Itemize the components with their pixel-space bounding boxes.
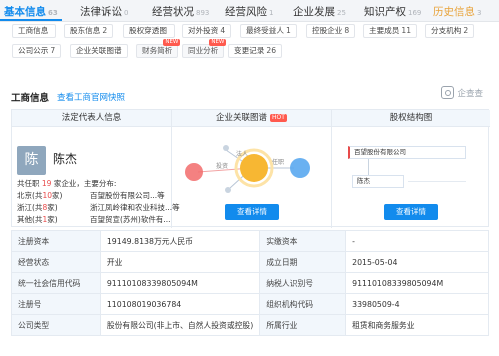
field-label: 注册资本 xyxy=(11,230,101,252)
table-row: 公司类型 股份有限公司(非上市、自然人投资或控股) 所属行业 租赁和商务服务业 xyxy=(11,314,489,336)
equity-connector xyxy=(368,159,369,175)
field-value: 开业 xyxy=(99,251,261,273)
subtab-peer-analysis[interactable]: 同业分析 NEW xyxy=(182,39,227,58)
equity-person-node: 陈杰 xyxy=(352,175,404,188)
equity-details-button[interactable]: 查看详情 xyxy=(384,204,438,220)
relation-graph-header: 企业关联图谱 HOT xyxy=(172,110,331,127)
region-row: 其他(共1家) 百望贸宣(苏州)软件有... xyxy=(17,214,172,225)
tab-legal[interactable]: 法律诉讼 0 xyxy=(80,4,128,19)
official-snapshot-link[interactable]: 查看工商官网快照 xyxy=(57,91,125,103)
field-value: 911101083398050​94M xyxy=(345,272,489,294)
field-value: 租赁和商务服务业 xyxy=(345,314,489,336)
field-label: 所属行业 xyxy=(259,314,347,336)
graph-node-person xyxy=(185,163,203,181)
equity-structure-header: 股权结构图 xyxy=(332,110,490,127)
graph-node-company xyxy=(240,154,268,182)
subtab-key-members[interactable]: 主要成员 11 xyxy=(363,24,418,38)
region-company-link[interactable]: 百望股份有限公司...等 xyxy=(90,190,180,201)
table-row: 注册号 110108019036784 组织机构代码 33980509-4 xyxy=(11,293,489,315)
equity-line xyxy=(408,181,466,182)
field-value: - xyxy=(345,230,489,252)
table-row: 统一社会信用代码 911101083398050​94M 纳税人识别号 9111… xyxy=(11,272,489,294)
subtab-branches[interactable]: 分支机构 2 xyxy=(425,24,475,38)
new-badge: NEW xyxy=(163,39,181,46)
subtab-change-records[interactable]: 变更记录 26 xyxy=(228,44,283,58)
tab-history[interactable]: 历史信息 3 xyxy=(433,4,481,19)
equity-structure-thumbnail: 百望股份有限公司 陈杰 xyxy=(348,146,468,190)
tab-operations[interactable]: 经营状况 893 xyxy=(152,4,209,19)
subtab-financial-analysis[interactable]: 财务简析 NEW xyxy=(136,39,181,58)
legal-rep-name[interactable]: 陈杰 xyxy=(53,150,77,167)
overview-cards: 法定代表人信息 企业关联图谱 HOT 股权结构图 陈 陈杰 共任职 19 家企业，… xyxy=(11,109,490,228)
equity-company-node: 百望股份有限公司 xyxy=(348,146,466,159)
field-label: 组织机构代码 xyxy=(259,293,347,315)
graph-edge-label: 任职 xyxy=(272,158,284,166)
tab-ip[interactable]: 知识产权 169 xyxy=(364,4,421,19)
graph-details-button[interactable]: 查看详情 xyxy=(225,204,279,220)
field-value: 110108019036784 xyxy=(99,293,261,315)
field-label: 成立日期 xyxy=(259,251,347,273)
legal-rep-header: 法定代表人信息 xyxy=(12,110,171,127)
region-company-link[interactable]: 浙江凤岭律和农业科技...等 xyxy=(90,202,180,213)
field-value: 2015-05-04 xyxy=(345,251,489,273)
main-tab-bar: 基本信息 63 法律诉讼 0 经营状况 893 经营风险 1 企业发展 25 知识产权 16… xyxy=(0,0,499,22)
subtab-company-disclosure[interactable]: 公司公示 7 xyxy=(12,44,62,58)
section-title: 工商信息 xyxy=(11,93,50,104)
field-label: 纳税人识别号 xyxy=(259,272,347,294)
region-row: 北京(共10家) 百望股份有限公司...等 xyxy=(17,190,172,201)
qichacha-logo: 企查查 xyxy=(441,86,483,99)
subtab-equity-penetration[interactable]: 股权穿透图 xyxy=(123,24,175,38)
active-tab-indicator xyxy=(0,19,62,21)
relation-graph-thumbnail: 投资 法人 任职 xyxy=(185,145,310,193)
tab-basic-info[interactable]: 基本信息 63 xyxy=(4,4,58,19)
tab-risk[interactable]: 经营风险 1 xyxy=(225,4,273,19)
field-value: 19149.8138万元人民币 xyxy=(99,230,261,252)
field-label: 经营状态 xyxy=(11,251,101,273)
new-badge: NEW xyxy=(209,39,227,46)
qichacha-logo-icon xyxy=(441,86,455,99)
field-value: 911101083398050​94M xyxy=(99,272,261,294)
field-label: 实缴资本 xyxy=(259,230,347,252)
graph-node-blue xyxy=(290,158,310,178)
subtab-business-info[interactable]: 工商信息 xyxy=(12,24,57,38)
avatar: 陈 xyxy=(17,146,46,175)
subtab-controlled-companies[interactable]: 控股企业 8 xyxy=(306,24,356,38)
graph-node-small xyxy=(225,187,231,193)
card-divider xyxy=(331,110,332,228)
legal-rep-summary: 共任职 19 家企业，主要分布: xyxy=(17,179,117,188)
subtab-beneficiary[interactable]: 最终受益人 1 xyxy=(240,24,297,38)
subtab-investments[interactable]: 对外投资 4 xyxy=(182,24,232,38)
field-value: 33980509-4 xyxy=(345,293,489,315)
tab-development[interactable]: 企业发展 25 xyxy=(293,4,346,19)
subtab-relation-graph[interactable]: 企业关联图谱 xyxy=(70,44,128,58)
region-row: 浙江(共8家) 浙江凤岭律和农业科技...等 xyxy=(17,203,180,212)
graph-edge-label: 法人 xyxy=(236,150,248,158)
graph-node-small xyxy=(223,145,229,151)
region-company-link[interactable]: 百望贸宣(苏州)软件有... xyxy=(90,214,180,225)
table-row: 注册资本 19149.8138万元人民币 实缴资本 - xyxy=(11,230,489,252)
field-label: 统一社会信用代码 xyxy=(11,272,101,294)
hot-badge: HOT xyxy=(270,114,287,122)
field-label: 公司类型 xyxy=(11,314,101,336)
field-label: 注册号 xyxy=(11,293,101,315)
subtab-shareholders[interactable]: 股东信息 2 xyxy=(64,24,114,38)
graph-edge-label: 投资 xyxy=(216,162,228,170)
field-value: 股份有限公司(非上市、自然人投资或控股) xyxy=(99,314,261,336)
table-row: 经营状态 开业 成立日期 2015-05-04 xyxy=(11,251,489,273)
business-info-table: 注册资本 19149.8138万元人民币 实缴资本 - 经营状态 开业 成立日期… xyxy=(11,230,489,336)
